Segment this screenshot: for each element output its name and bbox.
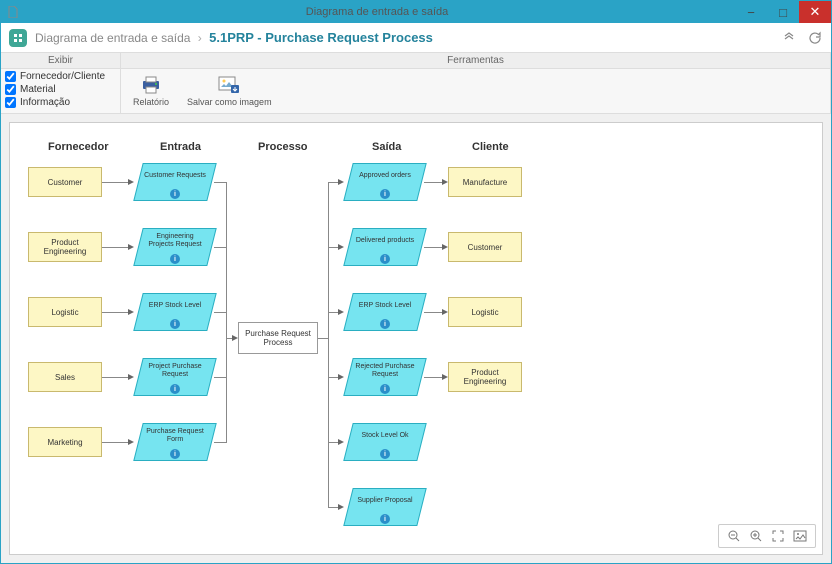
relatorio-button[interactable]: Relatório <box>129 73 173 109</box>
output-stock-ok[interactable]: Stock Level Oki <box>348 423 422 461</box>
output-rejected[interactable]: Rejected Purchase Requesti <box>348 358 422 396</box>
app-window: Diagrama de entrada e saída − □ ✕ Diagra… <box>0 0 832 564</box>
info-icon[interactable]: i <box>170 319 180 329</box>
col-fornecedor: Fornecedor <box>48 141 109 153</box>
col-saida: Saída <box>372 141 401 153</box>
client-customer[interactable]: Customer <box>448 232 522 262</box>
process-box[interactable]: Purchase Request Process <box>238 322 318 354</box>
info-icon[interactable]: i <box>380 384 390 394</box>
zoom-in-icon[interactable] <box>747 528 765 544</box>
info-icon[interactable]: i <box>170 254 180 264</box>
toolbar: Exibir Fornecedor/Cliente Material Infor… <box>1 53 831 114</box>
info-icon[interactable]: i <box>380 514 390 524</box>
supplier-customer[interactable]: Customer <box>28 167 102 197</box>
supplier-logistic[interactable]: Logistic <box>28 297 102 327</box>
info-icon[interactable]: i <box>380 189 390 199</box>
close-button[interactable]: ✕ <box>799 1 831 23</box>
app-icon <box>9 29 27 47</box>
output-erp-stock[interactable]: ERP Stock Leveli <box>348 293 422 331</box>
info-icon[interactable]: i <box>170 189 180 199</box>
client-logistic[interactable]: Logistic <box>448 297 522 327</box>
info-icon[interactable]: i <box>380 319 390 329</box>
client-manufacture[interactable]: Manufacture <box>448 167 522 197</box>
minimize-button[interactable]: − <box>735 1 767 23</box>
input-customer-requests[interactable]: Customer Requestsi <box>138 163 212 201</box>
checkbox-fornecedor[interactable]: Fornecedor/Cliente <box>5 71 116 82</box>
client-product-eng[interactable]: Product Engineering <box>448 362 522 392</box>
refresh-icon[interactable] <box>807 30 823 46</box>
image-save-icon <box>217 75 241 95</box>
output-delivered[interactable]: Delivered productsi <box>348 228 422 266</box>
info-icon[interactable]: i <box>170 384 180 394</box>
page-title: 5.1PRP - Purchase Request Process <box>209 30 433 45</box>
diagram-canvas[interactable]: Fornecedor Entrada Processo Saída Client… <box>9 122 823 555</box>
checkbox-informacao[interactable]: Informação <box>5 97 116 108</box>
zoom-fit-icon[interactable] <box>769 528 787 544</box>
titlebar: Diagrama de entrada e saída − □ ✕ <box>1 1 831 23</box>
output-approved[interactable]: Approved ordersi <box>348 163 422 201</box>
info-icon[interactable]: i <box>170 449 180 459</box>
zoom-controls <box>718 524 816 548</box>
output-supplier-proposal[interactable]: Supplier Proposali <box>348 488 422 526</box>
supplier-product-eng[interactable]: Product Engineering <box>28 232 102 262</box>
checkbox-material[interactable]: Material <box>5 84 116 95</box>
breadcrumb-separator: › <box>198 31 202 45</box>
col-cliente: Cliente <box>472 141 509 153</box>
breadcrumb: Diagrama de entrada e saída › 5.1PRP - P… <box>35 30 433 45</box>
breadcrumb-parent[interactable]: Diagrama de entrada e saída <box>35 31 190 45</box>
window-title: Diagrama de entrada e saída <box>19 6 735 18</box>
salvar-imagem-button[interactable]: Salvar como imagem <box>183 73 276 109</box>
header: Diagrama de entrada e saída › 5.1PRP - P… <box>1 23 831 53</box>
printer-icon <box>139 75 163 95</box>
input-purchase-form[interactable]: Purchase Request Formi <box>138 423 212 461</box>
input-erp-stock[interactable]: ERP Stock Leveli <box>138 293 212 331</box>
info-icon[interactable]: i <box>380 449 390 459</box>
input-project-purchase[interactable]: Project Purchase Requesti <box>138 358 212 396</box>
info-icon[interactable]: i <box>380 254 390 264</box>
toolbar-section-ferramentas: Ferramentas <box>121 53 830 69</box>
image-view-icon[interactable] <box>791 528 809 544</box>
supplier-sales[interactable]: Sales <box>28 362 102 392</box>
zoom-out-icon[interactable] <box>725 528 743 544</box>
col-processo: Processo <box>258 141 308 153</box>
collapse-icon[interactable] <box>781 30 797 46</box>
supplier-marketing[interactable]: Marketing <box>28 427 102 457</box>
input-eng-projects[interactable]: Engineering Projects Requesti <box>138 228 212 266</box>
doc-icon <box>7 6 19 18</box>
maximize-button[interactable]: □ <box>767 1 799 23</box>
col-entrada: Entrada <box>160 141 201 153</box>
toolbar-section-exibir: Exibir <box>1 53 120 69</box>
